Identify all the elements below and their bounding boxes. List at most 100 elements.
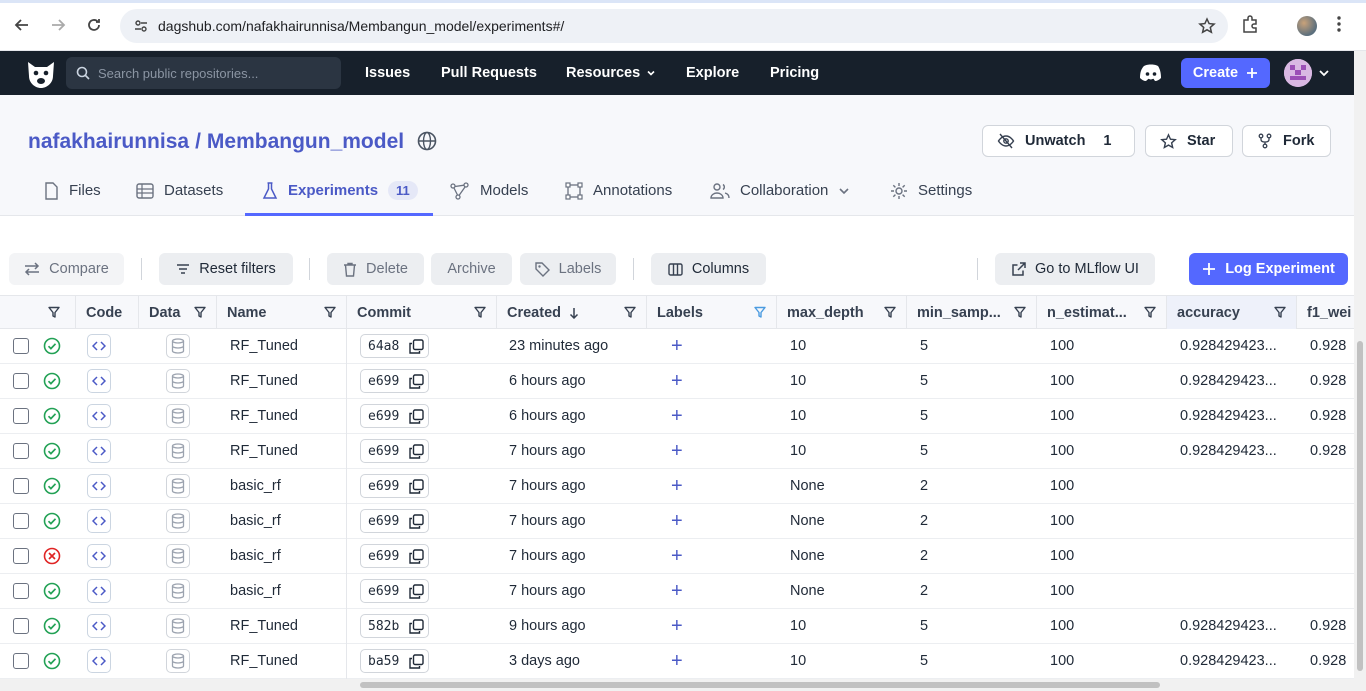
code-icon[interactable]	[87, 649, 111, 673]
filter-icon[interactable]	[884, 306, 896, 318]
column-header[interactable]: f1_wei	[1297, 296, 1354, 329]
copy-icon[interactable]	[409, 408, 425, 424]
database-icon[interactable]	[166, 404, 190, 428]
column-header[interactable]: Created	[497, 296, 647, 329]
copy-icon[interactable]	[409, 548, 425, 564]
nav-pull-requests[interactable]: Pull Requests	[441, 51, 537, 95]
add-label-icon[interactable]: +	[671, 434, 683, 468]
copy-icon[interactable]	[409, 513, 425, 529]
experiment-name[interactable]: basic_rf	[230, 539, 281, 573]
database-icon[interactable]	[166, 334, 190, 358]
filter-icon[interactable]	[194, 306, 206, 318]
experiment-name[interactable]: basic_rf	[230, 469, 281, 503]
discord-icon[interactable]	[1139, 64, 1163, 82]
chevron-down-icon[interactable]	[1318, 67, 1330, 79]
user-avatar[interactable]	[1284, 59, 1312, 87]
browser-profile-avatar[interactable]	[1297, 16, 1317, 36]
labels-button[interactable]: Labels	[520, 253, 616, 285]
experiment-name[interactable]: basic_rf	[230, 504, 281, 538]
table-row[interactable]: basic_rf e699 7 hours ago + None 2 100	[0, 539, 1354, 574]
table-row[interactable]: RF_Tuned ba59 3 days ago +10 5 100 0.928429423…	[0, 644, 1354, 679]
table-row[interactable]: basic_rf e699 7 hours ago + None 2 100	[0, 574, 1354, 609]
row-checkbox[interactable]	[13, 408, 29, 424]
add-label-icon[interactable]: +	[671, 329, 683, 363]
row-checkbox[interactable]	[13, 513, 29, 529]
commit-chip[interactable]: 582b	[360, 614, 430, 638]
back-icon[interactable]	[4, 7, 40, 43]
commit-chip[interactable]: e699	[360, 404, 430, 428]
add-label-icon[interactable]: +	[671, 539, 683, 573]
reload-icon[interactable]	[76, 7, 112, 43]
filter-icon[interactable]	[754, 306, 766, 318]
mlflow-ui-button[interactable]: Go to MLflow UI	[995, 253, 1155, 285]
code-icon[interactable]	[87, 544, 111, 568]
commit-chip[interactable]: e699	[360, 509, 430, 533]
columns-button[interactable]: Columns	[651, 253, 766, 285]
database-icon[interactable]	[166, 439, 190, 463]
commit-chip[interactable]: 64a8	[360, 334, 430, 358]
filter-icon[interactable]	[624, 306, 636, 318]
database-icon[interactable]	[166, 544, 190, 568]
copy-icon[interactable]	[409, 338, 425, 354]
row-checkbox[interactable]	[13, 478, 29, 494]
commit-chip[interactable]: e699	[360, 579, 430, 603]
forward-icon[interactable]	[40, 7, 76, 43]
filter-icon[interactable]	[474, 306, 486, 318]
add-label-icon[interactable]: +	[671, 574, 683, 608]
nav-resources[interactable]: Resources	[566, 51, 656, 95]
add-label-icon[interactable]: +	[671, 469, 683, 503]
table-row[interactable]: RF_Tuned e699 6 hours ago +10 5 100 0.92842942…	[0, 399, 1354, 434]
browser-menu-icon[interactable]	[1336, 14, 1342, 34]
code-icon[interactable]	[87, 439, 111, 463]
vertical-scrollbar[interactable]	[1354, 51, 1366, 691]
code-icon[interactable]	[87, 404, 111, 428]
address-bar[interactable]: dagshub.com/nafakhairunnisa/Membangun_mo…	[120, 9, 1228, 43]
filter-icon[interactable]	[1274, 306, 1286, 318]
copy-icon[interactable]	[409, 583, 425, 599]
reset-filters-button[interactable]: Reset filters	[159, 253, 293, 285]
row-checkbox[interactable]	[13, 338, 29, 354]
database-icon[interactable]	[166, 614, 190, 638]
table-row[interactable]: RF_Tuned 64a8 23 minutes ago +10 5 100 0.92842…	[0, 329, 1354, 364]
commit-chip[interactable]: e699	[360, 544, 430, 568]
unwatch-button[interactable]: Unwatch 1	[982, 125, 1135, 157]
commit-chip[interactable]: e699	[360, 439, 430, 463]
filter-icon[interactable]	[1144, 306, 1156, 318]
row-checkbox[interactable]	[13, 373, 29, 389]
code-icon[interactable]	[87, 614, 111, 638]
experiment-name[interactable]: RF_Tuned	[230, 364, 298, 398]
table-row[interactable]: basic_rf e699 7 hours ago + None 2 100	[0, 469, 1354, 504]
tab-collaboration[interactable]: Collaboration	[710, 165, 850, 216]
column-header[interactable]: Data	[139, 296, 217, 329]
filter-icon[interactable]	[48, 306, 60, 318]
row-checkbox[interactable]	[13, 583, 29, 599]
tab-settings[interactable]: Settings	[890, 165, 972, 216]
copy-icon[interactable]	[409, 478, 425, 494]
delete-button[interactable]: Delete	[327, 253, 424, 285]
tab-datasets[interactable]: Datasets	[136, 165, 223, 216]
repo-owner-link[interactable]: nafakhairunnisa	[28, 130, 189, 154]
code-icon[interactable]	[87, 369, 111, 393]
database-icon[interactable]	[166, 369, 190, 393]
filter-icon[interactable]	[1014, 306, 1026, 318]
add-label-icon[interactable]: +	[671, 364, 683, 398]
copy-icon[interactable]	[409, 618, 425, 634]
row-checkbox[interactable]	[13, 618, 29, 634]
commit-chip[interactable]: ba59	[360, 649, 430, 673]
column-header[interactable]: Name	[217, 296, 347, 329]
table-row[interactable]: RF_Tuned e699 6 hours ago +10 5 100 0.92842942…	[0, 364, 1354, 399]
commit-chip[interactable]: e699	[360, 474, 430, 498]
add-label-icon[interactable]: +	[671, 609, 683, 643]
tab-files[interactable]: Files	[43, 165, 101, 216]
code-icon[interactable]	[87, 579, 111, 603]
tab-experiments[interactable]: Experiments 11	[262, 165, 418, 216]
table-row[interactable]: RF_Tuned e699 7 hours ago +10 5 100 0.92842942…	[0, 434, 1354, 469]
experiment-name[interactable]: RF_Tuned	[230, 434, 298, 468]
row-checkbox[interactable]	[13, 653, 29, 669]
table-row[interactable]: RF_Tuned 582b 9 hours ago +10 5 100 0.92842942…	[0, 609, 1354, 644]
database-icon[interactable]	[166, 579, 190, 603]
nav-issues[interactable]: Issues	[365, 51, 410, 95]
experiment-name[interactable]: RF_Tuned	[230, 329, 298, 363]
experiment-name[interactable]: RF_Tuned	[230, 399, 298, 433]
column-header[interactable]: accuracy	[1167, 296, 1297, 329]
